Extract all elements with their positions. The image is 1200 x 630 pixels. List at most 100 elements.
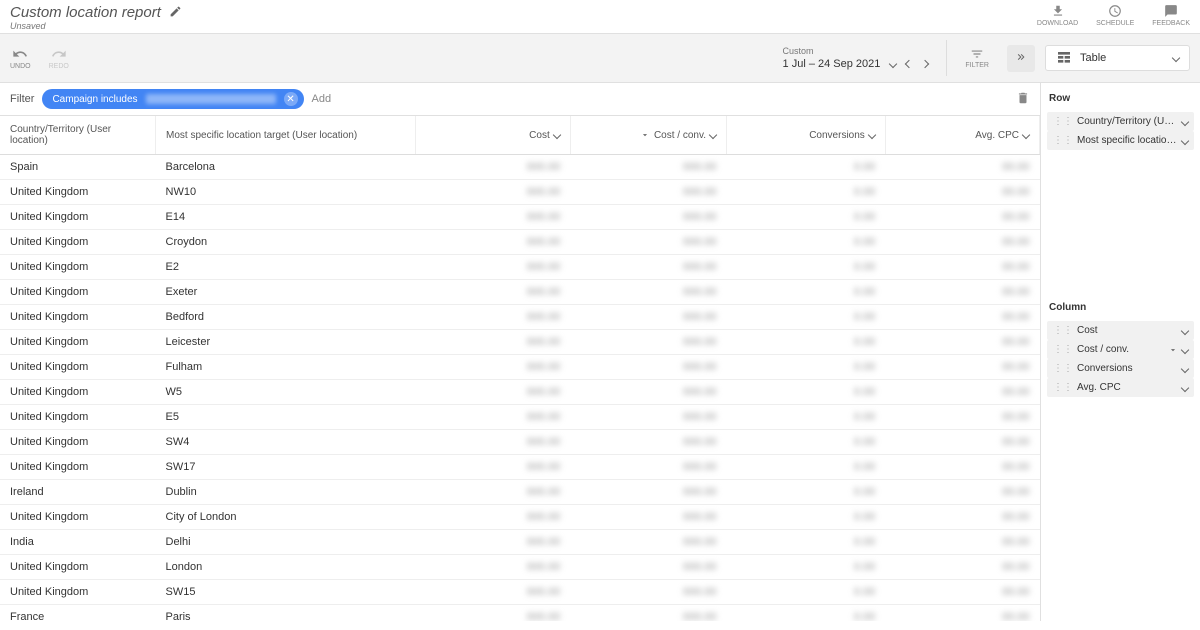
- cell-country: United Kingdom: [0, 355, 156, 380]
- col-header-country[interactable]: Country/Territory (User location): [0, 116, 156, 155]
- table-row[interactable]: SpainBarcelona000.00000.000.0000.00: [0, 155, 1040, 180]
- dimension-label: Avg. CPC: [1077, 382, 1178, 393]
- cell-cost: 000.00: [416, 255, 570, 280]
- table-row[interactable]: United KingdomLondon000.00000.000.0000.0…: [0, 555, 1040, 580]
- cell-conversions: 0.00: [727, 380, 886, 405]
- edit-icon[interactable]: [169, 5, 182, 21]
- table-row[interactable]: United KingdomSW4000.00000.000.0000.00: [0, 430, 1040, 455]
- table-row[interactable]: United KingdomE5000.00000.000.0000.00: [0, 405, 1040, 430]
- undo-button[interactable]: UNDO: [10, 46, 31, 70]
- cell-cost-conv: 000.00: [570, 455, 726, 480]
- dimension-item[interactable]: ⋮⋮Cost: [1047, 321, 1194, 340]
- cell-avg-cpc: 00.00: [885, 505, 1039, 530]
- chevron-down-icon[interactable]: [1181, 136, 1189, 144]
- report-subtitle: Unsaved: [10, 21, 182, 31]
- cell-cost-conv: 000.00: [570, 380, 726, 405]
- cell-avg-cpc: 00.00: [885, 205, 1039, 230]
- dimension-item[interactable]: ⋮⋮Country/Territory (User location): [1047, 112, 1194, 131]
- table-row[interactable]: United KingdomBedford000.00000.000.0000.…: [0, 305, 1040, 330]
- filter-bar: Filter Campaign includes ✕ Add: [0, 83, 1040, 116]
- cell-cost-conv: 000.00: [570, 480, 726, 505]
- cell-country: United Kingdom: [0, 455, 156, 480]
- report-table[interactable]: Country/Territory (User location) Most s…: [0, 116, 1040, 621]
- cell-conversions: 0.00: [727, 155, 886, 180]
- col-header-cost-conv[interactable]: Cost / conv.: [570, 116, 726, 155]
- chevron-down-icon[interactable]: [1181, 117, 1189, 125]
- table-row[interactable]: United KingdomFulham000.00000.000.0000.0…: [0, 355, 1040, 380]
- chevron-down-icon[interactable]: [1181, 364, 1189, 372]
- dimension-item[interactable]: ⋮⋮Conversions: [1047, 359, 1194, 378]
- cell-location: City of London: [156, 505, 416, 530]
- col-header-conversions[interactable]: Conversions: [727, 116, 886, 155]
- chart-type-select[interactable]: Table: [1045, 45, 1190, 71]
- next-period-button[interactable]: [921, 60, 929, 68]
- cell-cost: 000.00: [416, 455, 570, 480]
- drag-handle-icon[interactable]: ⋮⋮: [1053, 344, 1073, 355]
- cell-cost-conv: 000.00: [570, 155, 726, 180]
- col-header-avg-cpc[interactable]: Avg. CPC: [885, 116, 1039, 155]
- cell-location: E5: [156, 405, 416, 430]
- schedule-button[interactable]: SCHEDULE: [1096, 4, 1134, 27]
- filter-chip-campaign[interactable]: Campaign includes ✕: [42, 89, 303, 109]
- table-row[interactable]: United KingdomCroydon000.00000.000.0000.…: [0, 230, 1040, 255]
- cell-cost-conv: 000.00: [570, 205, 726, 230]
- chevron-down-icon[interactable]: [1181, 383, 1189, 391]
- table-row[interactable]: United KingdomLeicester000.00000.000.000…: [0, 330, 1040, 355]
- cell-conversions: 0.00: [727, 280, 886, 305]
- redo-button[interactable]: REDO: [49, 46, 69, 70]
- prev-period-button[interactable]: [905, 60, 913, 68]
- cell-conversions: 0.00: [727, 180, 886, 205]
- cell-conversions: 0.00: [727, 505, 886, 530]
- table-row[interactable]: FranceParis000.00000.000.0000.00: [0, 605, 1040, 622]
- drag-handle-icon[interactable]: ⋮⋮: [1053, 116, 1073, 127]
- header: Custom location report Unsaved DOWNLOAD …: [0, 0, 1200, 33]
- collapse-sidebar-button[interactable]: [1007, 45, 1035, 72]
- table-row[interactable]: United KingdomExeter000.00000.000.0000.0…: [0, 280, 1040, 305]
- cell-cost-conv: 000.00: [570, 280, 726, 305]
- cell-location: Exeter: [156, 280, 416, 305]
- cell-conversions: 0.00: [727, 330, 886, 355]
- dimension-item[interactable]: ⋮⋮ Most specific location target (User l…: [1047, 131, 1194, 150]
- table-row[interactable]: United KingdomE2000.00000.000.0000.00: [0, 255, 1040, 280]
- cell-cost: 000.00: [416, 280, 570, 305]
- chevron-down-icon[interactable]: [1181, 326, 1189, 334]
- cell-avg-cpc: 00.00: [885, 455, 1039, 480]
- dimension-item[interactable]: ⋮⋮Cost / conv.: [1047, 340, 1194, 359]
- cell-cost: 000.00: [416, 505, 570, 530]
- cell-conversions: 0.00: [727, 230, 886, 255]
- feedback-button[interactable]: FEEDBACK: [1152, 4, 1190, 27]
- col-header-location[interactable]: Most specific location target (User loca…: [156, 116, 416, 155]
- filter-button[interactable]: FILTER: [957, 43, 997, 73]
- cell-location: Dublin: [156, 480, 416, 505]
- cell-location: Paris: [156, 605, 416, 622]
- drag-handle-icon[interactable]: ⋮⋮: [1053, 363, 1073, 374]
- cell-country: Spain: [0, 155, 156, 180]
- cell-conversions: 0.00: [727, 455, 886, 480]
- date-range-picker[interactable]: Custom 1 Jul – 24 Sep 2021: [783, 46, 937, 70]
- cell-location: Barcelona: [156, 155, 416, 180]
- table-row[interactable]: United KingdomSW15000.00000.000.0000.00: [0, 580, 1040, 605]
- drag-handle-icon[interactable]: ⋮⋮: [1053, 382, 1073, 393]
- cell-avg-cpc: 00.00: [885, 305, 1039, 330]
- cell-cost-conv: 000.00: [570, 230, 726, 255]
- table-row[interactable]: United KingdomNW10000.00000.000.0000.00: [0, 180, 1040, 205]
- table-row[interactable]: United KingdomE14000.00000.000.0000.00: [0, 205, 1040, 230]
- cell-cost-conv: 000.00: [570, 555, 726, 580]
- col-header-cost[interactable]: Cost: [416, 116, 570, 155]
- cell-location: Leicester: [156, 330, 416, 355]
- dimension-item[interactable]: ⋮⋮ Avg. CPC: [1047, 378, 1194, 397]
- table-row[interactable]: IndiaDelhi000.00000.000.0000.00: [0, 530, 1040, 555]
- drag-handle-icon[interactable]: ⋮⋮: [1053, 325, 1073, 336]
- download-button[interactable]: DOWNLOAD: [1037, 4, 1078, 27]
- chevron-down-icon[interactable]: [1181, 345, 1189, 353]
- table-row[interactable]: IrelandDublin000.00000.000.0000.00: [0, 480, 1040, 505]
- remove-filter-icon[interactable]: ✕: [284, 92, 298, 106]
- drag-handle-icon[interactable]: ⋮⋮: [1053, 135, 1073, 146]
- dimension-label: Most specific location target (User l…: [1077, 135, 1178, 146]
- add-filter-button[interactable]: Add: [312, 93, 332, 105]
- table-row[interactable]: United KingdomSW17000.00000.000.0000.00: [0, 455, 1040, 480]
- table-row[interactable]: United KingdomCity of London000.00000.00…: [0, 505, 1040, 530]
- table-row[interactable]: United KingdomW5000.00000.000.0000.00: [0, 380, 1040, 405]
- cell-cost: 000.00: [416, 355, 570, 380]
- delete-filters-button[interactable]: [1016, 91, 1030, 108]
